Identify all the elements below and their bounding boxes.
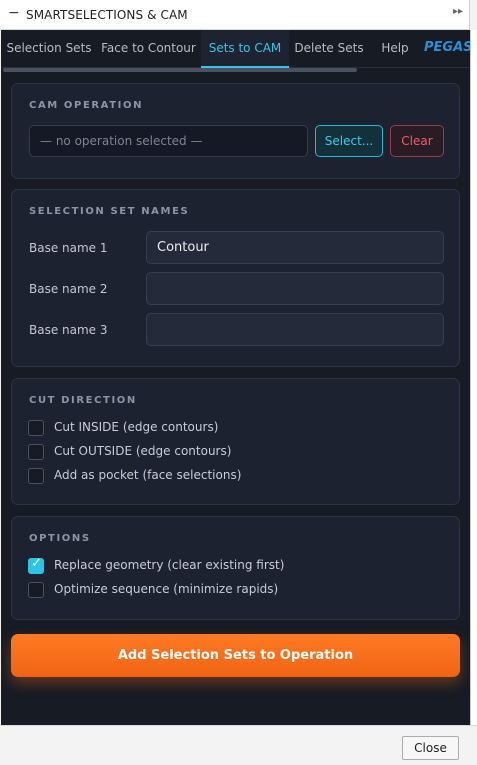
cut-inside-label: Cut INSIDE (edge contours)	[54, 420, 219, 434]
clear-operation-button[interactable]: Clear	[390, 125, 444, 157]
window-edge	[470, 30, 477, 725]
add-selection-sets-button[interactable]: Add Selection Sets to Operation	[11, 634, 460, 677]
cut-direction-section: CUT DIRECTION Cut INSIDE (edge contours)…	[11, 378, 460, 505]
tab-pegas-logo[interactable]: PEGAS	[424, 30, 470, 68]
section-title: CAM OPERATION	[29, 100, 144, 111]
select-operation-button[interactable]: Select...	[315, 125, 383, 157]
main-panel: Selection Sets Face to Contour Sets to C…	[1, 30, 470, 725]
tab-face-to-contour[interactable]: Face to Contour	[99, 30, 198, 68]
tab-delete-sets[interactable]: Delete Sets	[292, 30, 366, 68]
base-name-1-label: Base name 1	[29, 241, 108, 255]
tab-selection-sets[interactable]: Selection Sets	[2, 30, 96, 68]
section-title: OPTIONS	[29, 533, 91, 544]
selection-set-names-section: SELECTION SET NAMES Base name 1 Contour …	[11, 189, 460, 367]
optimize-sequence-label: Optimize sequence (minimize rapids)	[54, 582, 279, 596]
cut-outside-label: Cut OUTSIDE (edge contours)	[54, 444, 232, 458]
base-name-3-label: Base name 3	[29, 323, 108, 337]
optimize-sequence-checkbox[interactable]	[28, 582, 44, 598]
add-pocket-label: Add as pocket (face selections)	[54, 468, 242, 482]
cut-inside-checkbox[interactable]	[28, 420, 44, 436]
replace-geometry-checkbox[interactable]: ✓	[28, 556, 44, 574]
minimize-icon[interactable]: −	[8, 5, 20, 21]
section-title: SELECTION SET NAMES	[29, 206, 190, 217]
window-title: SMARTSELECTIONS & CAM	[26, 8, 188, 22]
base-name-2-input[interactable]	[146, 272, 444, 305]
operation-field[interactable]: — no operation selected —	[29, 125, 308, 157]
add-pocket-checkbox[interactable]	[28, 468, 44, 484]
tab-bar: Selection Sets Face to Contour Sets to C…	[1, 30, 470, 68]
tab-help[interactable]: Help	[372, 30, 418, 68]
section-title: CUT DIRECTION	[29, 395, 137, 406]
title-bar: − SMARTSELECTIONS & CAM ▸▸	[0, 0, 470, 30]
dialog-footer: Close	[0, 725, 477, 765]
cam-operation-section: CAM OPERATION — no operation selected — …	[11, 83, 460, 179]
dialog-window: − SMARTSELECTIONS & CAM ▸▸ Selection Set…	[0, 0, 477, 765]
collapse-icon[interactable]: ▸▸	[453, 6, 463, 17]
tab-sets-to-cam[interactable]: Sets to CAM	[201, 30, 289, 68]
replace-geometry-label: Replace geometry (clear existing first)	[54, 558, 285, 572]
base-name-1-input[interactable]: Contour	[146, 231, 444, 264]
base-name-2-label: Base name 2	[29, 282, 108, 296]
checkmark-icon: ✓	[31, 556, 42, 571]
cut-outside-checkbox[interactable]	[28, 444, 44, 460]
tab-scrollbar[interactable]	[3, 68, 357, 72]
close-button[interactable]: Close	[402, 736, 459, 760]
options-section: OPTIONS ✓ Replace geometry (clear existi…	[11, 516, 460, 620]
base-name-3-input[interactable]	[146, 313, 444, 346]
